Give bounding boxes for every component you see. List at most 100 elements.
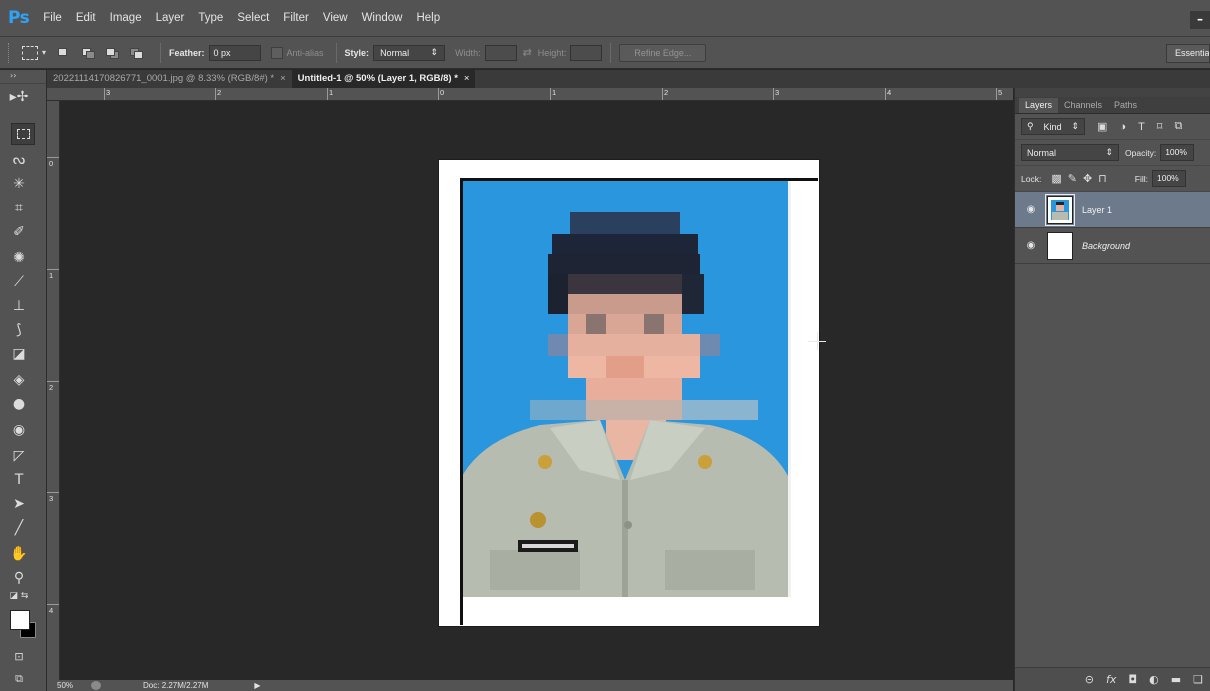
ruler-label: 1 (329, 88, 334, 97)
refine-edge-button[interactable]: Refine Edge... (619, 43, 707, 62)
add-to-selection-icon[interactable] (80, 46, 96, 60)
menu-filter[interactable]: Filter (283, 12, 309, 24)
cursor-crosshair-icon (817, 332, 818, 350)
lock-image-icon[interactable]: ✎ (1068, 172, 1077, 185)
preset-dropdown-icon[interactable]: ▾ (42, 48, 46, 57)
link-layers-icon[interactable]: ⊝ (1085, 673, 1094, 686)
line-tool-icon[interactable]: ╱ (0, 517, 38, 539)
menu-image[interactable]: Image (110, 12, 142, 24)
healing-brush-tool-icon[interactable]: ✺ (0, 247, 38, 269)
tab-channels[interactable]: Channels (1058, 98, 1108, 113)
menu-select[interactable]: Select (237, 12, 269, 24)
close-tab-icon[interactable]: × (464, 73, 470, 84)
pen-tool-icon[interactable]: ◸ (0, 445, 38, 467)
tab-paths[interactable]: Paths (1108, 98, 1143, 113)
status-info-icon[interactable] (91, 681, 102, 690)
hand-tool-icon[interactable]: ✋ (0, 543, 38, 565)
visibility-eye-icon[interactable]: ◉ (1021, 240, 1041, 251)
menu-window[interactable]: Window (362, 12, 403, 24)
style-select[interactable]: Normal ⇕ (373, 44, 446, 61)
vertical-ruler[interactable]: 0 1 2 3 4 (47, 101, 60, 680)
tab-untitled-1[interactable]: Untitled-1 @ 50% (Layer 1, RGB/8) * × (291, 70, 476, 88)
new-layer-icon[interactable]: ❏ (1193, 673, 1203, 686)
default-colors-icon[interactable]: ◪ ⇆ (0, 585, 38, 607)
layer-name[interactable]: Background (1082, 241, 1130, 251)
options-grip[interactable] (8, 42, 12, 63)
panel-collapse-bar[interactable] (1015, 88, 1210, 97)
width-input[interactable] (484, 44, 517, 61)
blend-mode-select[interactable]: Normal ⇕ (1021, 144, 1119, 161)
intersect-selection-icon[interactable] (128, 46, 144, 60)
lasso-tool-icon[interactable]: ᔓ (0, 149, 38, 171)
crop-tool-icon[interactable]: ⌗ (0, 197, 38, 219)
add-mask-icon[interactable]: ◘ (1128, 673, 1137, 686)
filter-type-icon[interactable]: T (1138, 121, 1145, 133)
antialias-checkbox[interactable] (270, 46, 283, 59)
filter-pixel-icon[interactable]: ▣ (1097, 120, 1107, 133)
quick-mask-icon[interactable]: ⊡ (0, 645, 38, 667)
tab-layers[interactable]: Layers (1019, 98, 1059, 113)
history-brush-tool-icon[interactable]: ⟆ (0, 319, 38, 341)
toolbox-collapse-icon[interactable]: ›› (0, 70, 46, 84)
layer-row-layer-1[interactable]: ◉ Layer 1 (1015, 192, 1210, 228)
eraser-tool-icon[interactable]: ◪ (0, 343, 38, 365)
zoom-level[interactable]: 50% (57, 681, 73, 690)
filter-smart-object-icon[interactable]: ⧉ (1174, 120, 1182, 133)
swap-dimensions-icon[interactable]: ⇄ (523, 46, 532, 59)
layer-name[interactable]: Layer 1 (1082, 205, 1112, 215)
visibility-eye-icon[interactable]: ◉ (1021, 204, 1041, 215)
filter-adjustment-icon[interactable]: ◑ (1119, 121, 1126, 133)
height-input[interactable] (570, 44, 603, 61)
tab-scan-document[interactable]: 20221114170826771_0001.jpg @ 8.33% (RGB/… (47, 70, 292, 88)
menu-type[interactable]: Type (198, 12, 223, 24)
lock-position-icon[interactable]: ✥ (1083, 172, 1092, 185)
ruler-label: 4 (887, 88, 892, 97)
brush-tool-icon[interactable]: ⟋ (0, 271, 38, 293)
eyedropper-tool-icon[interactable]: ✐ (0, 221, 38, 243)
menu-file[interactable]: File (43, 12, 62, 24)
move-tool-icon[interactable]: ▸✢ (0, 86, 38, 108)
feather-input[interactable]: 0 px (208, 44, 261, 61)
horizontal-ruler[interactable]: 3 2 1 0 1 2 3 4 5 (47, 88, 1013, 101)
menu-layer[interactable]: Layer (156, 12, 185, 24)
layer-row-background[interactable]: ◉ Background (1015, 228, 1210, 264)
paint-bucket-tool-icon[interactable]: ◈ (0, 369, 38, 391)
path-selection-tool-icon[interactable]: ➤ (0, 493, 38, 515)
dodge-tool-icon[interactable]: ◉ (0, 419, 38, 441)
type-tool-icon[interactable]: T (0, 469, 38, 491)
workspace-switcher[interactable]: Essentials (1166, 44, 1210, 63)
layer-style-icon[interactable]: fx (1106, 673, 1116, 686)
id-photo-layer[interactable] (460, 180, 790, 597)
minimize-button[interactable]: – (1190, 11, 1210, 29)
lock-all-icon[interactable]: ⊓ (1098, 172, 1107, 185)
id-photo-image (460, 180, 790, 597)
options-separator (160, 42, 162, 63)
filter-shape-icon[interactable]: ⌑ (1157, 120, 1163, 133)
magic-wand-tool-icon[interactable]: ✳ (0, 173, 38, 195)
ruler-label: 0 (49, 159, 54, 168)
menu-help[interactable]: Help (416, 12, 440, 24)
opacity-input[interactable]: 100% (1160, 144, 1195, 161)
kind-label: Kind (1043, 121, 1062, 132)
screen-mode-icon[interactable]: ⧉ (0, 668, 38, 690)
new-group-icon[interactable]: ▬ (1171, 673, 1181, 686)
menu-bar: Ps File Edit Image Layer Type Select Fil… (0, 0, 1210, 37)
search-icon: ⚲ (1027, 121, 1034, 131)
lock-transparent-icon[interactable]: ▩ (1051, 172, 1061, 185)
clone-stamp-tool-icon[interactable]: ⊥ (0, 295, 38, 317)
menu-edit[interactable]: Edit (76, 12, 96, 24)
status-menu-arrow-icon[interactable]: ▶ (254, 681, 260, 690)
rectangular-marquee-preset-icon[interactable] (22, 45, 38, 60)
tab-label: 20221114170826771_0001.jpg @ 8.33% (RGB/… (53, 73, 275, 84)
close-tab-icon[interactable]: × (280, 73, 286, 84)
new-selection-icon[interactable] (56, 46, 72, 60)
fill-input[interactable]: 100% (1152, 170, 1186, 187)
adjustment-layer-icon[interactable]: ◐ (1149, 673, 1159, 686)
subtract-from-selection-icon[interactable] (104, 46, 120, 60)
foreground-color-swatch-front[interactable] (10, 610, 30, 630)
blur-tool-icon[interactable]: ● (0, 393, 38, 415)
ruler-label: 2 (664, 88, 669, 97)
rectangular-marquee-tool-icon[interactable] (11, 123, 35, 145)
menu-view[interactable]: View (323, 12, 348, 24)
layer-kind-filter[interactable]: ⚲ Kind ⇕ (1021, 118, 1085, 135)
